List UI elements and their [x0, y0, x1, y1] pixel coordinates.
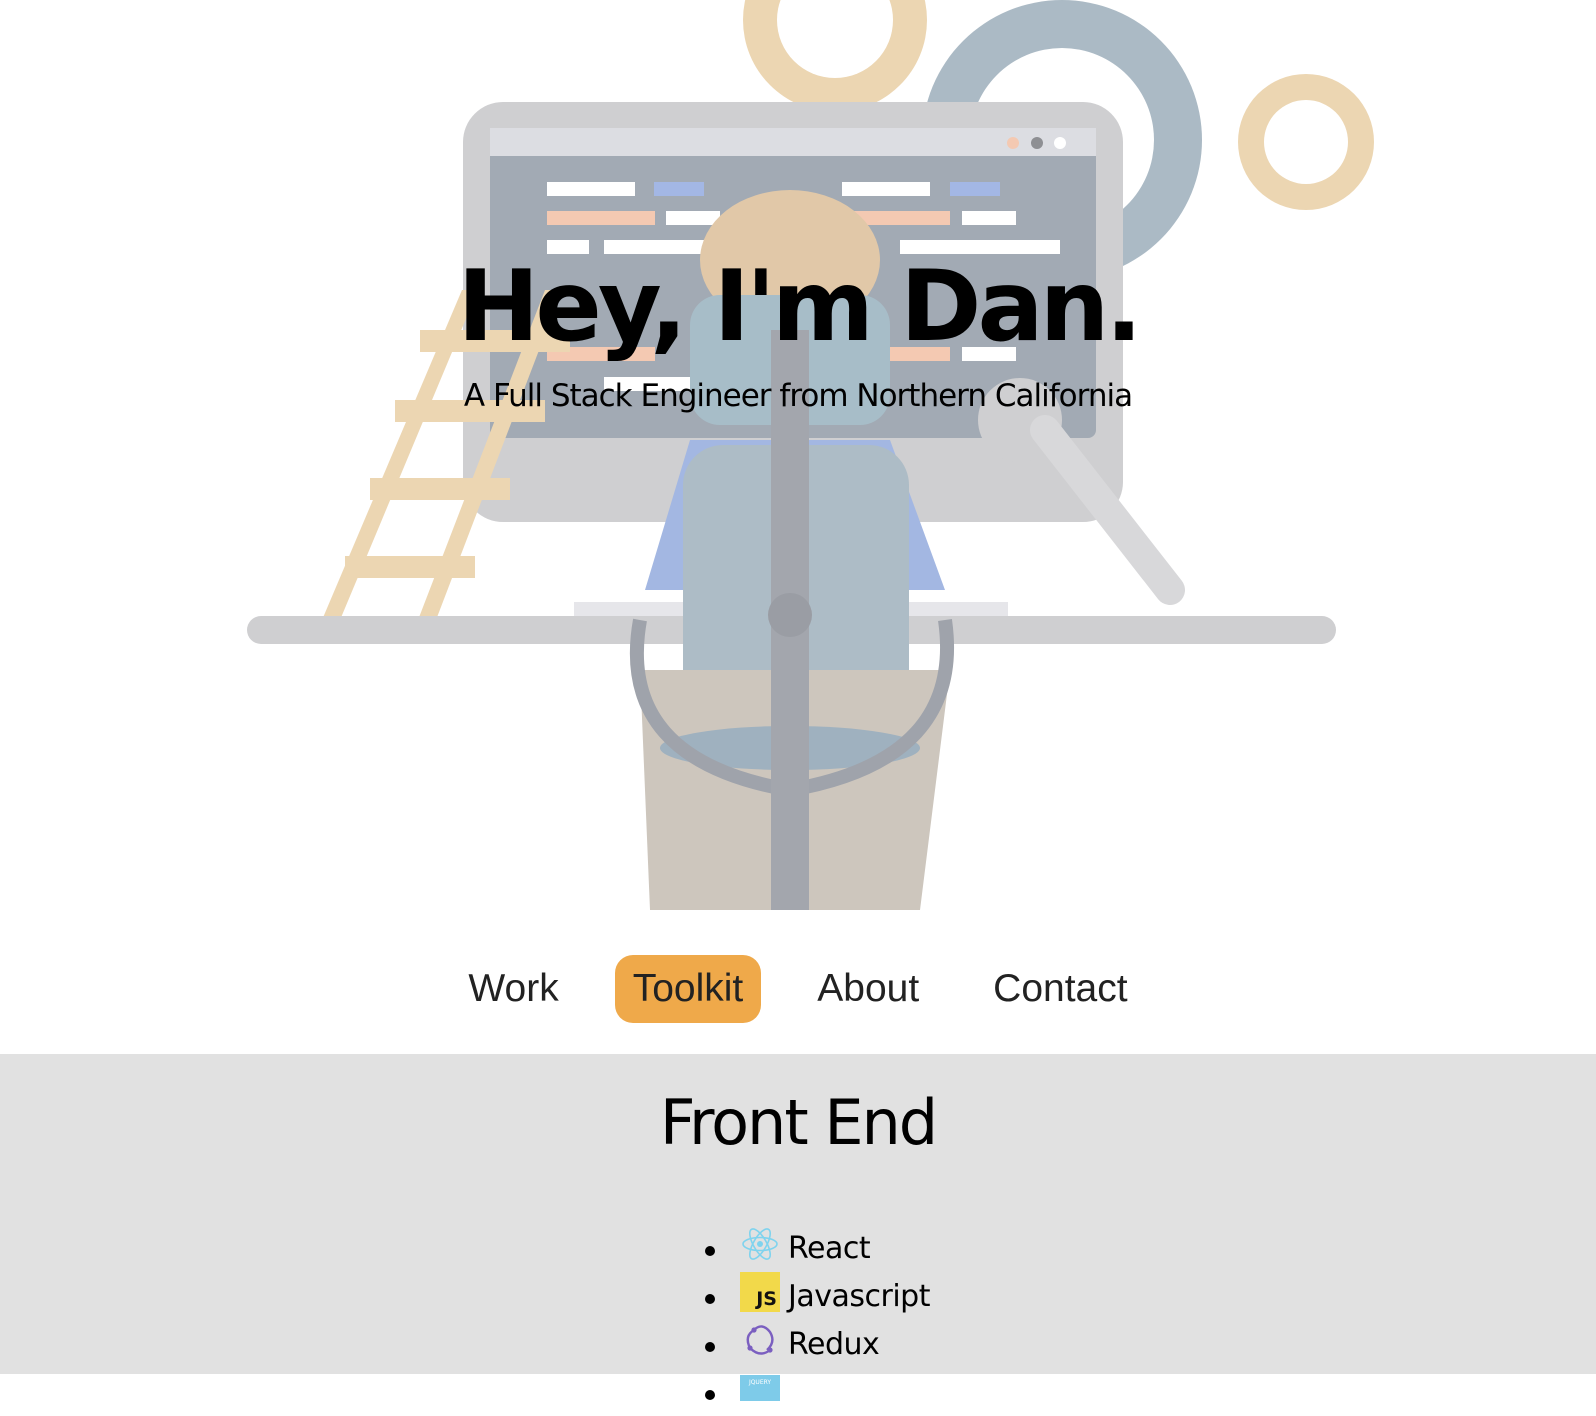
list-item: Redux — [703, 1320, 930, 1368]
monitor-titlebar — [490, 128, 1096, 156]
nav-item-about[interactable]: About — [799, 955, 937, 1023]
section-title: Front End — [659, 1086, 938, 1159]
list-item: JS Javascript — [703, 1272, 930, 1320]
nav-item-contact[interactable]: Contact — [975, 955, 1145, 1023]
tool-label: Redux — [788, 1326, 880, 1362]
react-icon — [740, 1224, 780, 1264]
list-item: JQUERY — [703, 1368, 930, 1416]
javascript-icon: JS — [740, 1272, 780, 1312]
redux-icon — [740, 1320, 780, 1360]
tool-list: React JS Javascript Redux JQUERY — [703, 1224, 930, 1416]
list-item: React — [703, 1224, 930, 1272]
nav-item-work[interactable]: Work — [450, 955, 576, 1023]
hero-section: Hey, I'm Dan. A Full Stack Engineer from… — [0, 0, 1596, 910]
main-nav: Work Toolkit About Contact — [0, 954, 1596, 1024]
gear-icon — [743, 0, 927, 112]
toolkit-section: Front End React JS Javascript Redux JQUE… — [0, 1054, 1596, 1401]
gear-icon — [1238, 74, 1374, 210]
developer-illustration — [247, 0, 1374, 910]
page-subtitle: A Full Stack Engineer from Northern Cali… — [463, 378, 1133, 414]
jquery-icon: JQUERY — [740, 1375, 780, 1401]
page-title: Hey, I'm Dan. — [457, 250, 1142, 364]
tool-label: React — [788, 1230, 871, 1266]
tool-label: Javascript — [788, 1278, 930, 1314]
nav-item-toolkit[interactable]: Toolkit — [614, 955, 762, 1023]
